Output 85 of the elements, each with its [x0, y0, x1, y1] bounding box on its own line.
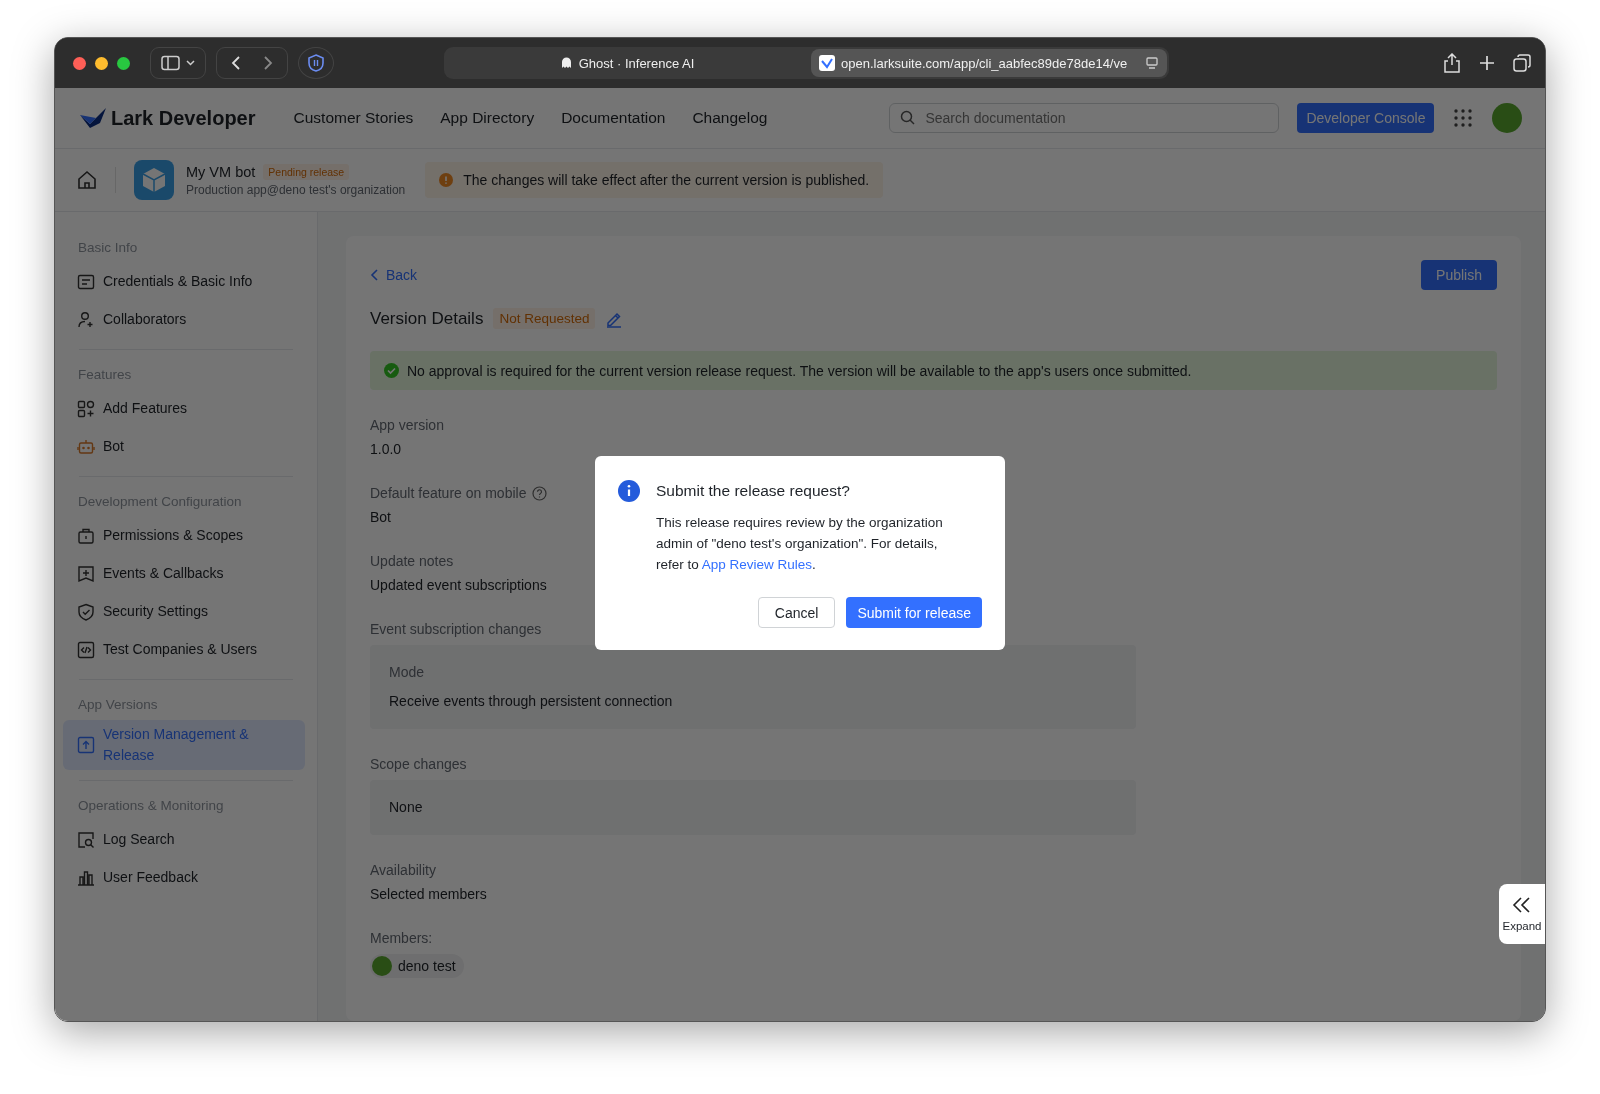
- sidebar-item[interactable]: Log Search: [63, 821, 309, 859]
- member-name: deno test: [398, 957, 456, 975]
- apps-grid-icon[interactable]: [1454, 109, 1473, 127]
- app-name: My VM bot: [186, 163, 256, 180]
- sidebar-item[interactable]: Permissions & Scopes: [63, 517, 309, 555]
- add-user-icon: [77, 310, 95, 329]
- nav-link[interactable]: Customer Stories: [293, 109, 414, 127]
- screen-icon: [1145, 56, 1159, 70]
- field-label: Members:: [370, 930, 433, 947]
- dialog-message: This release requires review by the organization admin of "deno test's organization". For details, refer to App Review Rules.: [656, 514, 944, 574]
- double-chevron-left-icon: [1512, 896, 1532, 914]
- code-icon: [77, 640, 95, 659]
- info-icon: [618, 480, 640, 502]
- dialog-title: Submit the release request?: [656, 482, 850, 500]
- browser-tab-title[interactable]: Ghost · Inference AI: [578, 55, 695, 71]
- shield-check-icon: [77, 602, 95, 621]
- new-tab-icon[interactable]: [1479, 55, 1495, 71]
- sidebar-item[interactable]: User Feedback: [63, 859, 309, 897]
- field-label: Scope changes: [370, 756, 467, 773]
- app-cube-icon: [134, 160, 174, 200]
- field-label: Update notes: [370, 553, 454, 570]
- field-value: Selected members: [370, 886, 487, 903]
- field-value: Bot: [370, 509, 391, 526]
- search-field[interactable]: Search documentation: [889, 103, 1280, 133]
- field-label: Availability: [370, 862, 436, 879]
- sidebar-item[interactable]: Credentials & Basic Info: [63, 263, 309, 301]
- field-label: Default feature on mobile: [370, 485, 527, 502]
- robot-icon: [77, 437, 95, 456]
- sidebar-item[interactable]: Add Features: [63, 390, 309, 428]
- nav-link[interactable]: Changelog: [692, 109, 768, 127]
- banner-text: No approval is required for the current version release request. The version will be available to the app's users once submitted.: [407, 362, 1192, 379]
- help-icon[interactable]: [532, 486, 548, 501]
- address-bar[interactable]: open.larksuite.com/app/cli_aabfec89de78de14/ve: [811, 49, 1167, 77]
- field-value: Updated event subscriptions: [370, 577, 547, 594]
- back-forward-buttons[interactable]: [216, 47, 288, 79]
- field-label: Event subscription changes: [370, 621, 542, 638]
- favicon-icon: [819, 55, 835, 71]
- check-circle-icon: [384, 363, 399, 378]
- sidebar-toggle-button[interactable]: [150, 47, 206, 79]
- maximize-button[interactable]: [117, 56, 130, 70]
- cancel-button[interactable]: Cancel: [757, 597, 836, 628]
- close-button[interactable]: [73, 56, 86, 70]
- ghost-icon: [560, 57, 572, 69]
- warning-icon: [439, 173, 454, 187]
- tabs-overview-icon[interactable]: [1513, 54, 1531, 72]
- field-value: 1.0.0: [370, 441, 402, 458]
- shield-icon: [307, 54, 325, 72]
- grid-icon: [77, 399, 95, 418]
- back-link[interactable]: Back: [370, 267, 418, 283]
- bookmark-plus-icon: [77, 564, 95, 583]
- share-icon[interactable]: [1443, 53, 1461, 73]
- panel-value: None: [389, 799, 424, 816]
- list-icon: [77, 272, 95, 291]
- developer-console-button[interactable]: Developer Console: [1297, 103, 1435, 133]
- submit-button[interactable]: Submit for release: [846, 597, 982, 628]
- nav-link[interactable]: App Directory: [440, 109, 535, 127]
- notice-text: The changes will take effect after the current version is published.: [463, 172, 870, 188]
- logo-icon[interactable]: [79, 107, 107, 129]
- app-subtitle: Production app@deno test's organization: [186, 182, 406, 197]
- page-title: Version Details: [370, 308, 484, 329]
- sidebar-item[interactable]: Version Management & Release: [63, 720, 305, 770]
- status-badge: Not Requested: [493, 308, 596, 329]
- minimize-button[interactable]: [95, 56, 108, 70]
- briefcase-icon: [77, 526, 95, 545]
- sidebar-item[interactable]: Collaborators: [63, 301, 309, 339]
- nav-link[interactable]: Documentation: [561, 109, 666, 127]
- chevron-left-icon: [370, 269, 380, 281]
- sidebar-item[interactable]: Security Settings: [63, 593, 309, 631]
- bar-chart-icon: [77, 868, 95, 887]
- sidebar-item[interactable]: Bot: [63, 428, 309, 466]
- avatar: [372, 956, 392, 976]
- sidebar-item[interactable]: Events & Callbacks: [63, 555, 309, 593]
- home-icon[interactable]: [77, 170, 97, 190]
- document-search-icon: [77, 830, 95, 849]
- field-label: App version: [370, 417, 444, 434]
- expand-button[interactable]: Expand: [1499, 884, 1545, 944]
- status-badge: Pending release: [263, 163, 350, 180]
- logo-text[interactable]: Lark Developer: [111, 106, 256, 130]
- panel-value: Receive events through persistent connection: [389, 693, 674, 710]
- sidebar-item[interactable]: Test Companies & Users: [63, 631, 309, 669]
- sidebar-icon: [161, 55, 195, 71]
- publish-button[interactable]: Publish: [1421, 260, 1497, 290]
- upload-icon: [77, 736, 95, 754]
- search-icon: [900, 110, 916, 125]
- panel-label: Mode: [389, 664, 426, 681]
